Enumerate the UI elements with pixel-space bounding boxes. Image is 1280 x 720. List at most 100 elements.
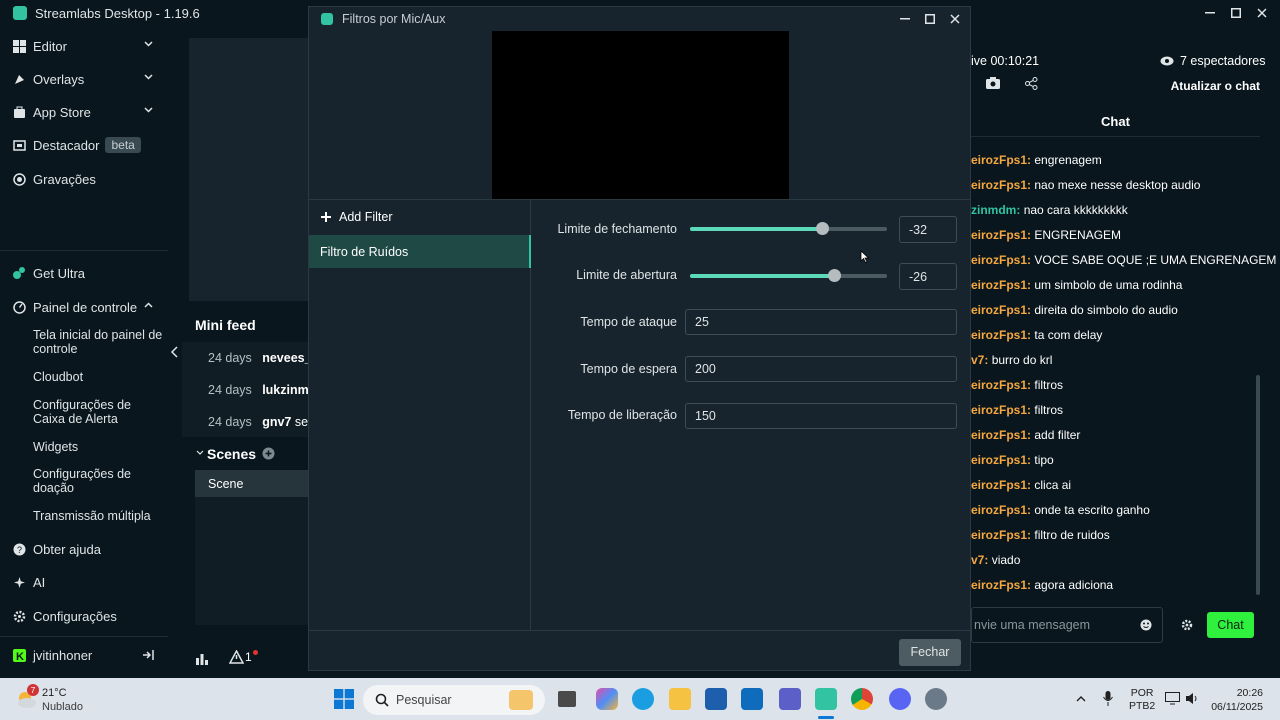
- weather-widget[interactable]: 7: [14, 684, 40, 712]
- sidebar-subitem-tela-inicial[interactable]: Tela inicial do painel de controle: [33, 328, 163, 356]
- chat-username[interactable]: eirozFps1: [971, 403, 1027, 417]
- chat-username[interactable]: eirozFps1: [971, 253, 1027, 267]
- chat-username[interactable]: eirozFps1: [971, 228, 1027, 242]
- add-scene-icon[interactable]: [262, 447, 275, 460]
- dialog-close-button[interactable]: [945, 10, 965, 28]
- sidebar-item-painel[interactable]: Painel de controle: [0, 293, 168, 321]
- chat-username[interactable]: eirozFps1: [971, 328, 1027, 342]
- chevron-up-icon[interactable]: [1076, 695, 1086, 702]
- sidebar-subitem-cloudbot[interactable]: Cloudbot: [33, 370, 163, 384]
- chat-username[interactable]: eirozFps1: [971, 303, 1027, 317]
- chat-username[interactable]: v7: [971, 353, 984, 367]
- sidebar-item-label: Painel de controle: [33, 299, 138, 315]
- sidebar-item-editor[interactable]: Editor: [0, 32, 168, 60]
- dialog-minimize-button[interactable]: [895, 10, 915, 28]
- chat-text: VOCE SABE OQUE ;E UMA ENGRENAGEM: [1034, 253, 1277, 267]
- clock-time[interactable]: 20:26: [1211, 687, 1263, 699]
- open-threshold-input[interactable]: -26: [899, 263, 957, 290]
- close-dialog-button[interactable]: Fechar: [899, 639, 961, 666]
- collapse-left-icon[interactable]: [170, 346, 178, 358]
- network-icon[interactable]: [1165, 692, 1180, 705]
- logout-icon[interactable]: [142, 649, 154, 661]
- chat-send-button[interactable]: Chat: [1207, 612, 1254, 638]
- chat-settings-icon[interactable]: [1181, 619, 1193, 631]
- sidebar-item-overlays[interactable]: Overlays: [0, 65, 168, 93]
- chat-username[interactable]: eirozFps1: [971, 378, 1027, 392]
- add-filter-button[interactable]: Add Filter: [321, 210, 393, 224]
- hold-time-input[interactable]: 200: [685, 356, 957, 382]
- chevron-down-icon[interactable]: [196, 450, 204, 456]
- chat-username[interactable]: eirozFps1: [971, 503, 1027, 517]
- dialog-maximize-button[interactable]: [920, 10, 940, 28]
- language-indicator[interactable]: POR PTB2: [1129, 687, 1155, 713]
- chat-username[interactable]: v7: [971, 553, 984, 567]
- attack-time-input[interactable]: 25: [685, 309, 957, 335]
- feed-row: 24 days gnv7 se: [208, 415, 308, 429]
- emoji-icon[interactable]: [1140, 619, 1152, 631]
- copilot-icon[interactable]: [596, 688, 618, 710]
- close-threshold-slider-handle[interactable]: [816, 222, 829, 235]
- chat-input[interactable]: nvie uma mensagem: [971, 607, 1163, 643]
- clock-date[interactable]: 06/11/2025: [1199, 701, 1263, 713]
- store-icon[interactable]: [705, 688, 727, 710]
- chat-username[interactable]: eirozFps1: [971, 153, 1027, 167]
- chat-username[interactable]: eirozFps1: [971, 453, 1027, 467]
- sidebar-subitem-caixa-alerta[interactable]: Configurações de Caixa de Alerta: [33, 398, 163, 426]
- sidebar-item-get-ultra[interactable]: Get Ultra: [0, 259, 168, 287]
- sidebar-item-ai[interactable]: AI: [0, 568, 168, 596]
- release-time-input[interactable]: 150: [685, 403, 957, 429]
- minimize-button[interactable]: [1200, 4, 1220, 22]
- sidebar-item-settings[interactable]: Configurações: [0, 602, 168, 630]
- camera-icon[interactable]: [986, 77, 1000, 89]
- search-icon: [375, 693, 389, 707]
- sidebar-subitem-multistream[interactable]: Transmissão múltipla: [33, 509, 163, 523]
- refresh-chat-button[interactable]: Atualizar o chat: [1160, 79, 1260, 93]
- sidebar-item-gravacoes[interactable]: Gravações: [0, 165, 168, 193]
- close-window-button[interactable]: [1252, 4, 1272, 22]
- sidebar-subitem-widgets[interactable]: Widgets: [33, 440, 163, 454]
- sidebar-item-label: Gravações: [33, 171, 96, 187]
- taskbar-search[interactable]: Pesquisar: [363, 685, 545, 715]
- user-account[interactable]: K jvitinhoner: [0, 641, 168, 669]
- open-threshold-fill: [690, 274, 834, 278]
- close-threshold-input[interactable]: -32: [899, 216, 957, 243]
- maximize-button[interactable]: [1226, 4, 1246, 22]
- sidebar-subitem-doacao[interactable]: Configurações de doação: [33, 467, 163, 495]
- open-threshold-slider-handle[interactable]: [828, 269, 841, 282]
- sidebar-item-app-store[interactable]: App Store: [0, 98, 168, 126]
- share-icon[interactable]: [1025, 77, 1038, 90]
- chat-username[interactable]: eirozFps1: [971, 278, 1027, 292]
- sidebar-item-destacador[interactable]: Destacador beta: [0, 131, 168, 159]
- chat-username[interactable]: eirozFps1: [971, 478, 1027, 492]
- sidebar-item-help[interactable]: ? Obter ajuda: [0, 535, 168, 563]
- search-placeholder: Pesquisar: [396, 693, 452, 707]
- stats-icon[interactable]: [195, 652, 209, 665]
- edge-icon[interactable]: [632, 688, 654, 710]
- filter-item-noise-gate[interactable]: Filtro de Ruídos: [309, 235, 531, 268]
- chat-username[interactable]: eirozFps1: [971, 528, 1027, 542]
- chat-separator: :: [1016, 203, 1024, 217]
- filter-list: Add Filter Filtro de Ruídos: [309, 200, 531, 630]
- chat-username[interactable]: eirozFps1: [971, 178, 1027, 192]
- alerts-indicator[interactable]: 1: [229, 649, 258, 664]
- chat-username[interactable]: zinmdm: [971, 203, 1016, 217]
- teams-icon[interactable]: [779, 688, 801, 710]
- chat-username[interactable]: eirozFps1: [971, 428, 1027, 442]
- ultra-icon: [12, 266, 26, 280]
- discord-icon[interactable]: [889, 688, 911, 710]
- settings-app-icon[interactable]: [925, 688, 947, 710]
- chat-placeholder: nvie uma mensagem: [974, 618, 1091, 632]
- task-view-icon[interactable]: [558, 691, 576, 707]
- release-time-label: Tempo de liberação: [567, 408, 677, 422]
- microphone-icon[interactable]: [1103, 691, 1113, 706]
- chat-username[interactable]: eirozFps1: [971, 578, 1027, 592]
- chrome-icon[interactable]: [851, 688, 873, 710]
- outlook-icon[interactable]: [741, 688, 763, 710]
- streamlabs-taskbar-icon[interactable]: [815, 688, 837, 710]
- chat-scrollbar[interactable]: [1256, 375, 1260, 595]
- chat-message: v7: burro do krl: [971, 353, 1052, 367]
- file-explorer-icon[interactable]: [669, 688, 691, 710]
- volume-icon[interactable]: [1185, 692, 1199, 705]
- windows-start-icon[interactable]: [334, 689, 354, 709]
- scene-item[interactable]: Scene: [195, 470, 308, 497]
